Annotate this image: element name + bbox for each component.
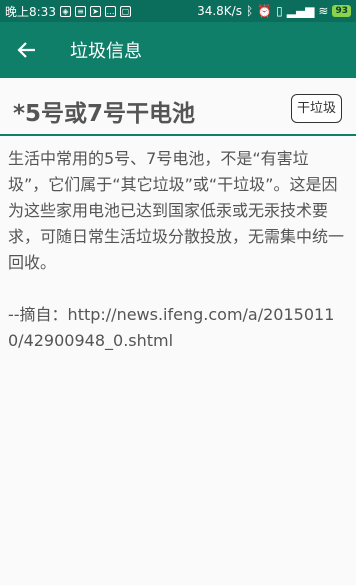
- message-icon: ≡: [74, 5, 86, 17]
- bluetooth-icon: ᛒ: [245, 4, 254, 18]
- back-button[interactable]: [14, 37, 40, 63]
- send-icon: ➤: [89, 5, 101, 17]
- app-bar: 垃圾信息: [0, 22, 356, 78]
- status-time: 晚上8:33: [5, 4, 56, 19]
- vibrate-icon: ▯: [276, 4, 283, 18]
- chat-icon: …: [104, 5, 116, 17]
- item-content: 生活中常用的5号、7号电池，不是“有害垃圾”，它们属于“其它垃圾”或“干垃圾”。…: [0, 136, 356, 354]
- arrow-left-icon: [17, 42, 35, 58]
- wifi-icon: ≋: [318, 4, 329, 18]
- page-title: 垃圾信息: [70, 41, 142, 62]
- alarm-icon: ⏰: [257, 4, 273, 18]
- item-description: 生活中常用的5号、7号电池，不是“有害垃圾”，它们属于“其它垃圾”或“干垃圾”。…: [8, 149, 345, 272]
- shield-icon: ◈: [59, 5, 71, 17]
- item-header: *5号或7号干电池 干垃圾: [0, 78, 356, 136]
- signal-icon: ▂▄▆: [286, 4, 315, 18]
- item-title: *5号或7号干电池: [13, 101, 196, 127]
- battery-icon: 93: [332, 5, 351, 17]
- app-notification-icon: ▢: [119, 5, 131, 17]
- status-bar: 晚上8:33 ◈ ≡ ➤ … ▢ 34.8K/s ᛒ ⏰ ▯ ▂▄▆ ≋ 93: [0, 0, 356, 22]
- source-citation: --摘自：http://news.ifeng.com/a/20150110/42…: [8, 305, 335, 350]
- status-right: 34.8K/s ᛒ ⏰ ▯ ▂▄▆ ≋ 93: [197, 4, 351, 18]
- status-left: 晚上8:33 ◈ ≡ ➤ … ▢: [5, 3, 131, 20]
- category-badge[interactable]: 干垃圾: [290, 94, 342, 123]
- network-speed: 34.8K/s: [197, 4, 242, 18]
